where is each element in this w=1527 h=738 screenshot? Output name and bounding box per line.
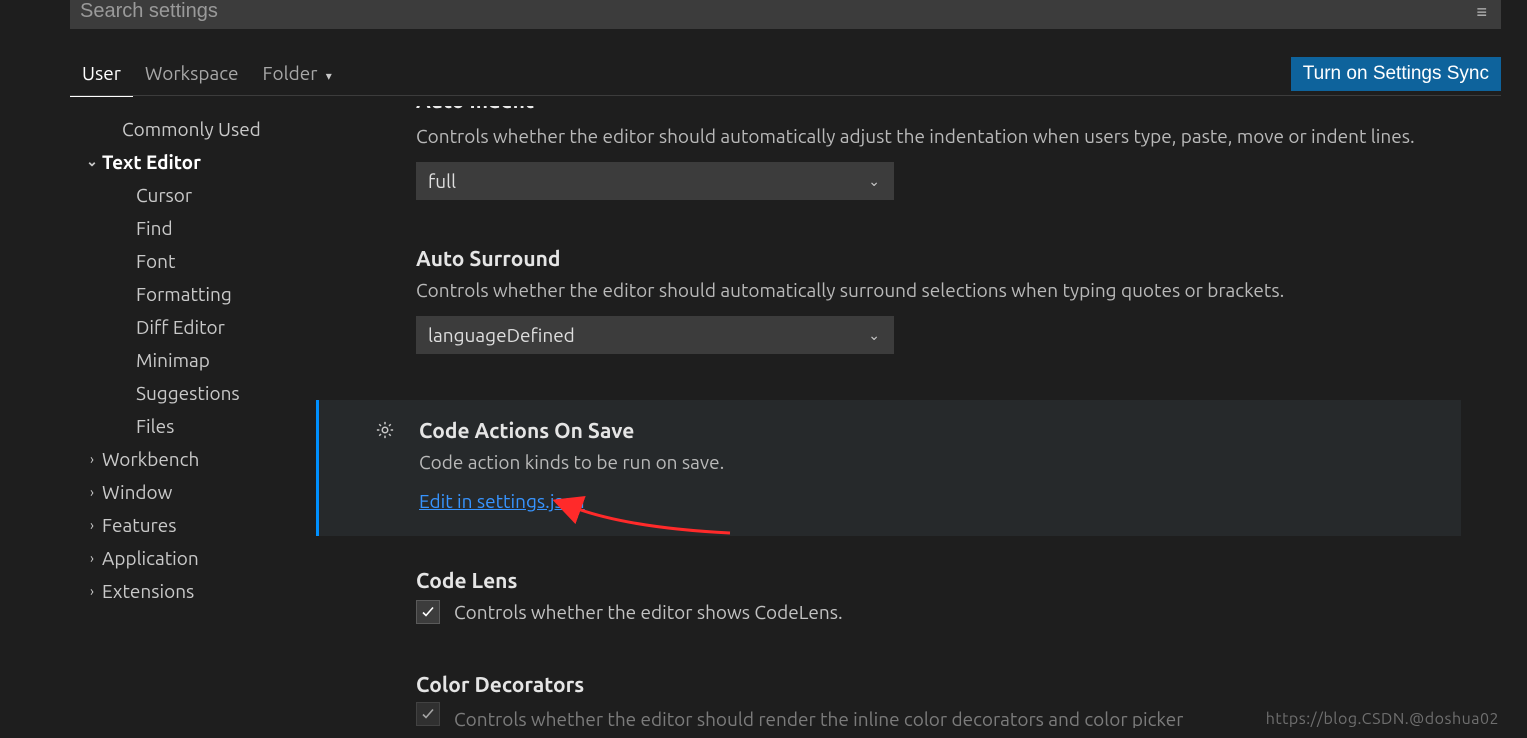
- toc-label: Commonly Used: [122, 118, 261, 140]
- toc-diff-editor[interactable]: › Diff Editor: [70, 310, 316, 343]
- setting-title: Auto Indent: [416, 106, 1461, 116]
- tab-label: User: [82, 62, 121, 84]
- settings-body: › Commonly Used ⌄ Text Editor › Cursor ›…: [70, 106, 1501, 738]
- filter-icon[interactable]: ≡: [1476, 2, 1487, 22]
- toc-extensions[interactable]: › Extensions: [70, 574, 316, 607]
- settings-list: Auto Indent Controls whether the editor …: [316, 106, 1501, 738]
- tab-label: Folder: [263, 62, 318, 84]
- search-bar: ≡: [70, 0, 1501, 29]
- tab-folder[interactable]: Folder ▾: [251, 52, 344, 96]
- tab-workspace[interactable]: Workspace: [133, 52, 251, 96]
- toc-features[interactable]: › Features: [70, 508, 316, 541]
- toc-application[interactable]: › Application: [70, 541, 316, 574]
- edit-in-settings-json-link[interactable]: Edit in settings.json: [419, 490, 585, 512]
- chevron-right-icon: ›: [84, 451, 100, 467]
- chevron-down-icon: ▾: [326, 70, 332, 83]
- setting-auto-surround: Auto Surround Controls whether the edito…: [416, 246, 1461, 354]
- setting-title: Auto Surround: [416, 246, 1461, 270]
- toc-label: Formatting: [136, 283, 232, 305]
- gear-icon[interactable]: [375, 420, 395, 444]
- toc-label: Cursor: [136, 184, 192, 206]
- toc-window[interactable]: › Window: [70, 475, 316, 508]
- toc-files[interactable]: › Files: [70, 409, 316, 442]
- auto-surround-select[interactable]: languageDefined ⌄: [416, 316, 894, 354]
- toc-cursor[interactable]: › Cursor: [70, 178, 316, 211]
- toc-label: Workbench: [102, 448, 199, 470]
- setting-title: Code Actions On Save: [419, 418, 1421, 442]
- setting-desc: Controls whether the editor should autom…: [416, 122, 1461, 150]
- toc-label: Minimap: [136, 349, 210, 371]
- toc-label: Extensions: [102, 580, 194, 602]
- toc-label: Files: [136, 415, 174, 437]
- toc-label: Window: [102, 481, 172, 503]
- toc-formatting[interactable]: › Formatting: [70, 277, 316, 310]
- setting-title: Color Decorators: [416, 672, 1461, 696]
- settings-sync-button[interactable]: Turn on Settings Sync: [1291, 57, 1501, 91]
- scope-tabs: User Workspace Folder ▾ Turn on Settings…: [70, 52, 1501, 96]
- setting-code-actions-on-save: Code Actions On Save Code action kinds t…: [316, 400, 1461, 536]
- setting-code-lens: Code Lens Controls whether the editor sh…: [416, 568, 1461, 624]
- toc-font[interactable]: › Font: [70, 244, 316, 277]
- code-lens-checkbox[interactable]: [416, 600, 440, 624]
- toc-text-editor[interactable]: ⌄ Text Editor: [70, 145, 316, 178]
- toc-label: Suggestions: [136, 382, 240, 404]
- tab-user[interactable]: User: [70, 52, 133, 97]
- setting-desc: Controls whether the editor shows CodeLe…: [454, 601, 843, 623]
- toc-label: Find: [136, 217, 173, 239]
- auto-indent-select[interactable]: full ⌄: [416, 162, 894, 200]
- setting-auto-indent: Auto Indent Controls whether the editor …: [416, 106, 1461, 200]
- toc-label: Font: [136, 250, 175, 272]
- chevron-right-icon: ›: [84, 484, 100, 500]
- color-decorators-checkbox[interactable]: [416, 702, 440, 726]
- code-lens-row: Controls whether the editor shows CodeLe…: [416, 600, 1461, 624]
- setting-desc: Code action kinds to be run on save.: [419, 448, 1421, 476]
- toc-workbench[interactable]: › Workbench: [70, 442, 316, 475]
- toc-minimap[interactable]: › Minimap: [70, 343, 316, 376]
- toc-commonly-used[interactable]: › Commonly Used: [70, 112, 316, 145]
- select-value: languageDefined: [428, 324, 575, 346]
- setting-desc: Controls whether the editor should autom…: [416, 276, 1461, 304]
- settings-toc: › Commonly Used ⌄ Text Editor › Cursor ›…: [70, 106, 316, 738]
- chevron-down-icon: ⌄: [868, 327, 880, 344]
- toc-label: Diff Editor: [136, 316, 225, 338]
- setting-title: Code Lens: [416, 568, 1461, 592]
- watermark: https://blog.CSDN.@doshua02: [1266, 710, 1499, 728]
- toc-suggestions[interactable]: › Suggestions: [70, 376, 316, 409]
- select-value: full: [428, 170, 456, 192]
- chevron-down-icon: ⌄: [868, 173, 880, 190]
- chevron-right-icon: ›: [84, 550, 100, 566]
- toc-label: Application: [102, 547, 199, 569]
- toc-label: Features: [102, 514, 176, 536]
- tab-label: Workspace: [145, 62, 239, 84]
- chevron-right-icon: ›: [84, 583, 100, 599]
- chevron-down-icon: ⌄: [84, 153, 100, 170]
- chevron-right-icon: ›: [84, 517, 100, 533]
- toc-label: Text Editor: [102, 151, 201, 173]
- search-input[interactable]: [70, 0, 1501, 29]
- toc-find[interactable]: › Find: [70, 211, 316, 244]
- setting-desc: Controls whether the editor should rende…: [454, 708, 1183, 728]
